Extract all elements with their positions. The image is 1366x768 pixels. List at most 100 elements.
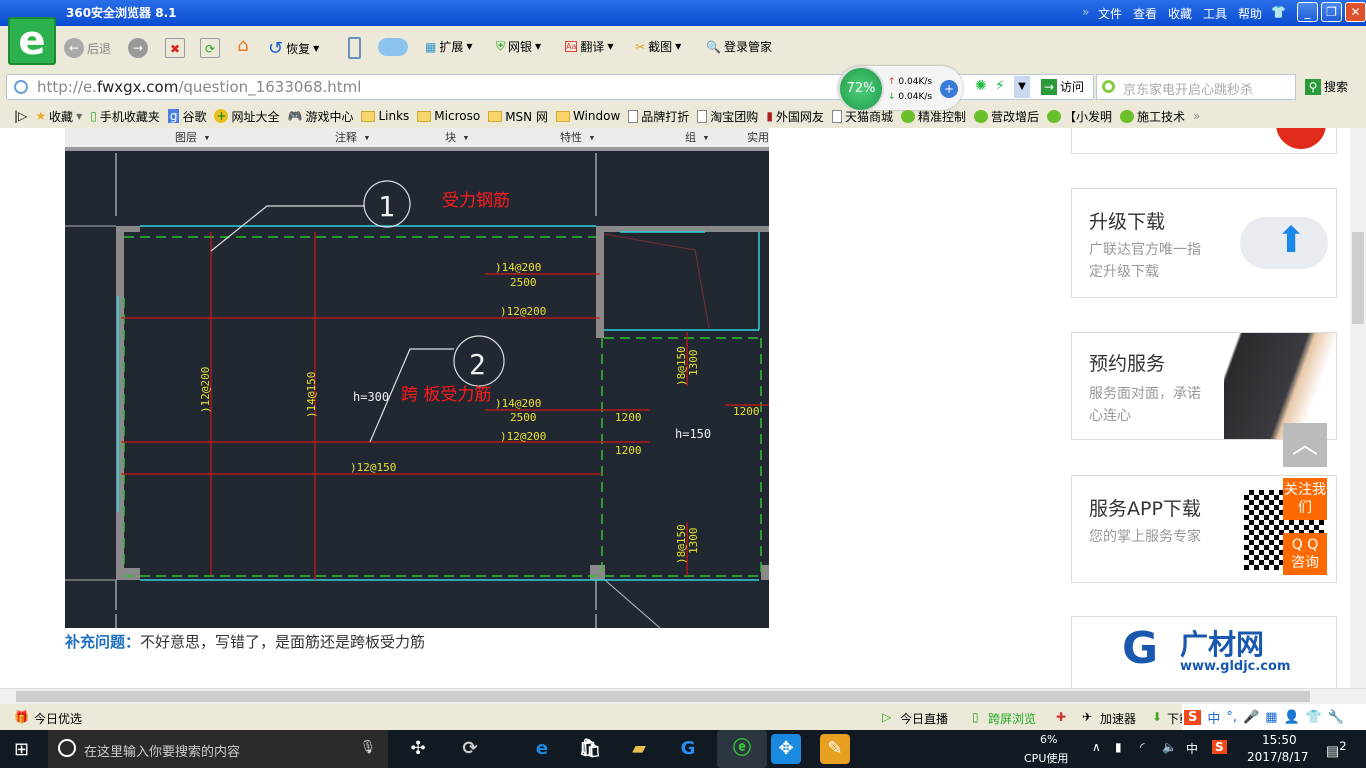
- follow-us-button[interactable]: 关注我们: [1283, 478, 1327, 520]
- bar-v1: )12@200: [199, 367, 212, 413]
- start-button[interactable]: ⊞: [14, 739, 29, 760]
- forward-button[interactable]: →: [128, 38, 148, 58]
- taskbar-app-blue[interactable]: ✥: [771, 734, 801, 764]
- card-partial[interactable]: [1071, 128, 1337, 154]
- taskbar-app-notes[interactable]: ✎: [820, 734, 850, 764]
- menu-view[interactable]: 查看: [1133, 5, 1157, 22]
- dim-1200-a: 1200: [615, 411, 642, 424]
- accelerator[interactable]: 加速器: [1100, 710, 1136, 727]
- refresh-button[interactable]: ⟳: [200, 38, 220, 58]
- more-icon[interactable]: »: [1082, 5, 1089, 19]
- bookmark-google[interactable]: g 谷歌: [167, 108, 206, 125]
- screenshot-button[interactable]: ✂ 截图 ▼: [635, 38, 681, 55]
- clock-date[interactable]: 2017/8/17: [1247, 750, 1309, 764]
- skin-icon[interactable]: 👕: [1271, 5, 1286, 19]
- upload-speed: 0.04K/s: [898, 77, 933, 87]
- bookmark-foreign[interactable]: ▮ 外国网友: [766, 108, 824, 125]
- bookmark-construction[interactable]: 施工技术: [1120, 108, 1185, 125]
- more-bookmarks-icon[interactable]: »: [1193, 109, 1200, 123]
- minimize-button[interactable]: _: [1297, 2, 1318, 22]
- menu-favorites[interactable]: 收藏: [1168, 5, 1192, 22]
- home-button[interactable]: ⌂: [233, 36, 253, 56]
- bank-button[interactable]: ⛨ 网银 ▼: [496, 38, 541, 55]
- restore-button[interactable]: ↺ 恢复 ▼: [268, 38, 319, 59]
- ime-indicator[interactable]: 中: [1186, 740, 1198, 757]
- health-icon[interactable]: ✚: [1056, 710, 1066, 724]
- shutter-icon[interactable]: ✺: [975, 78, 987, 94]
- bookmark-precise[interactable]: 精准控制: [900, 108, 966, 125]
- bookmark-links[interactable]: Links: [361, 109, 409, 123]
- bookmark-microsoft[interactable]: Microso: [417, 109, 480, 123]
- taskbar-app-pinwheel[interactable]: ✣: [403, 734, 433, 764]
- menu-file[interactable]: 文件: [1098, 5, 1122, 22]
- extend-button[interactable]: ▦ 扩展 ▼: [425, 38, 473, 55]
- bookmark-msn[interactable]: MSN 网: [488, 108, 548, 125]
- cross-screen[interactable]: 跨屏浏览: [988, 710, 1036, 727]
- search-input[interactable]: 京东家电开启心跳秒杀: [1096, 74, 1296, 100]
- clock-time[interactable]: 15:50: [1262, 733, 1297, 747]
- cad-drawing-image: 图层 ▾ 注释 ▾ 块 ▾ 特性 ▾ 组 ▾ 实用 1 2 受力钢筋 跨 板受力…: [65, 128, 769, 628]
- bookmark-invention[interactable]: 【小发明: [1046, 108, 1112, 125]
- maximize-button[interactable]: ❐: [1321, 2, 1342, 22]
- bookmark-mobile[interactable]: ▯ 手机收藏夹: [90, 108, 160, 125]
- bar-b2: )12@200: [500, 305, 546, 318]
- wifi-icon[interactable]: ◜: [1140, 740, 1145, 754]
- notification-center-icon[interactable]: ▤2: [1326, 739, 1347, 760]
- today-live[interactable]: 今日直播: [900, 710, 948, 727]
- scroll-thumb[interactable]: [1352, 232, 1364, 324]
- brand-logo-g: G: [1122, 623, 1159, 674]
- h-scroll-thumb[interactable]: [16, 691, 1310, 702]
- phone-button[interactable]: [348, 37, 361, 59]
- volume-icon[interactable]: 🔈: [1162, 740, 1177, 754]
- login-manager-button[interactable]: 🔍 登录管家: [706, 38, 772, 55]
- page-icon: [14, 80, 28, 94]
- search-button[interactable]: ⚲ 搜索: [1305, 78, 1348, 95]
- cloud-button[interactable]: [378, 38, 408, 56]
- bar-b1-len: 2500: [510, 276, 537, 289]
- back-to-top-button[interactable]: ︿: [1283, 423, 1327, 467]
- taskbar-edge[interactable]: e: [527, 734, 557, 764]
- bookmark-taobao[interactable]: 淘宝团购: [697, 108, 758, 125]
- user-icon: 👤: [1283, 709, 1300, 725]
- bookmark-tmall[interactable]: 天猫商城: [831, 108, 893, 125]
- vertical-scrollbar[interactable]: [1350, 128, 1366, 688]
- ribbon-layer: 图层 ▾: [175, 131, 210, 144]
- bar-r2-len: 1300: [687, 528, 700, 555]
- label-span-rebar: 跨 板受力筋: [401, 385, 491, 405]
- tray-expand-icon[interactable]: ∧: [1092, 740, 1101, 754]
- taskbar-explorer[interactable]: ▰: [624, 734, 654, 764]
- visit-button[interactable]: → 访问: [1041, 78, 1084, 95]
- sidebar-toggle-icon[interactable]: |▷: [14, 109, 27, 123]
- taskbar-360-browser[interactable]: ⓔ: [717, 730, 767, 768]
- translate-icon: Aa: [565, 41, 578, 52]
- bookmark-sites[interactable]: + 网址大全: [214, 108, 280, 125]
- card-gldjc-brand[interactable]: G 广材网 www.gldjc.com: [1071, 616, 1337, 688]
- taskbar-app-360-notify[interactable]: ⟳: [455, 734, 485, 764]
- ime-toolbar[interactable]: S 中 °, 🎤 ▦ 👤 👕 🔧: [1182, 704, 1366, 730]
- address-dropdown[interactable]: ▼: [1014, 76, 1030, 98]
- card-upgrade-download[interactable]: 升级下载 广联达官方唯一指定升级下载 ⬆: [1071, 188, 1337, 298]
- taskbar-search[interactable]: 在这里输入你要搜索的内容 🎙: [48, 730, 388, 768]
- bookmark-favorites[interactable]: ★ 收藏 ▼: [35, 108, 82, 125]
- battery-icon[interactable]: ▮: [1115, 740, 1122, 754]
- lightning-icon[interactable]: ⚡: [995, 78, 1005, 94]
- today-picks[interactable]: 今日优选: [34, 710, 82, 727]
- search-icon: ⚲: [1305, 78, 1321, 95]
- horizontal-scrollbar[interactable]: [0, 688, 1366, 704]
- menu-help[interactable]: 帮助: [1238, 5, 1262, 22]
- stop-button[interactable]: ✖: [165, 38, 185, 58]
- rocket-icon: ✈: [1082, 710, 1093, 724]
- bookmark-windows[interactable]: Window: [555, 109, 620, 123]
- bookmark-games[interactable]: 🎮 游戏中心: [288, 108, 354, 125]
- accelerate-plus-icon[interactable]: +: [940, 80, 958, 98]
- bookmark-vat[interactable]: 营改增后: [973, 108, 1039, 125]
- close-button[interactable]: ✕: [1345, 2, 1366, 22]
- back-button[interactable]: ← 后退: [64, 38, 111, 58]
- qq-consult-button[interactable]: Q Q 咨询: [1283, 533, 1327, 575]
- menu-tools[interactable]: 工具: [1203, 5, 1227, 22]
- sogou-tray-icon[interactable]: S: [1212, 740, 1227, 754]
- taskbar-glodon[interactable]: G: [673, 734, 703, 764]
- bookmark-brand[interactable]: 品牌打折: [628, 108, 689, 125]
- translate-button[interactable]: Aa 翻译 ▼: [565, 38, 614, 55]
- taskbar-store[interactable]: 🛍: [575, 734, 605, 764]
